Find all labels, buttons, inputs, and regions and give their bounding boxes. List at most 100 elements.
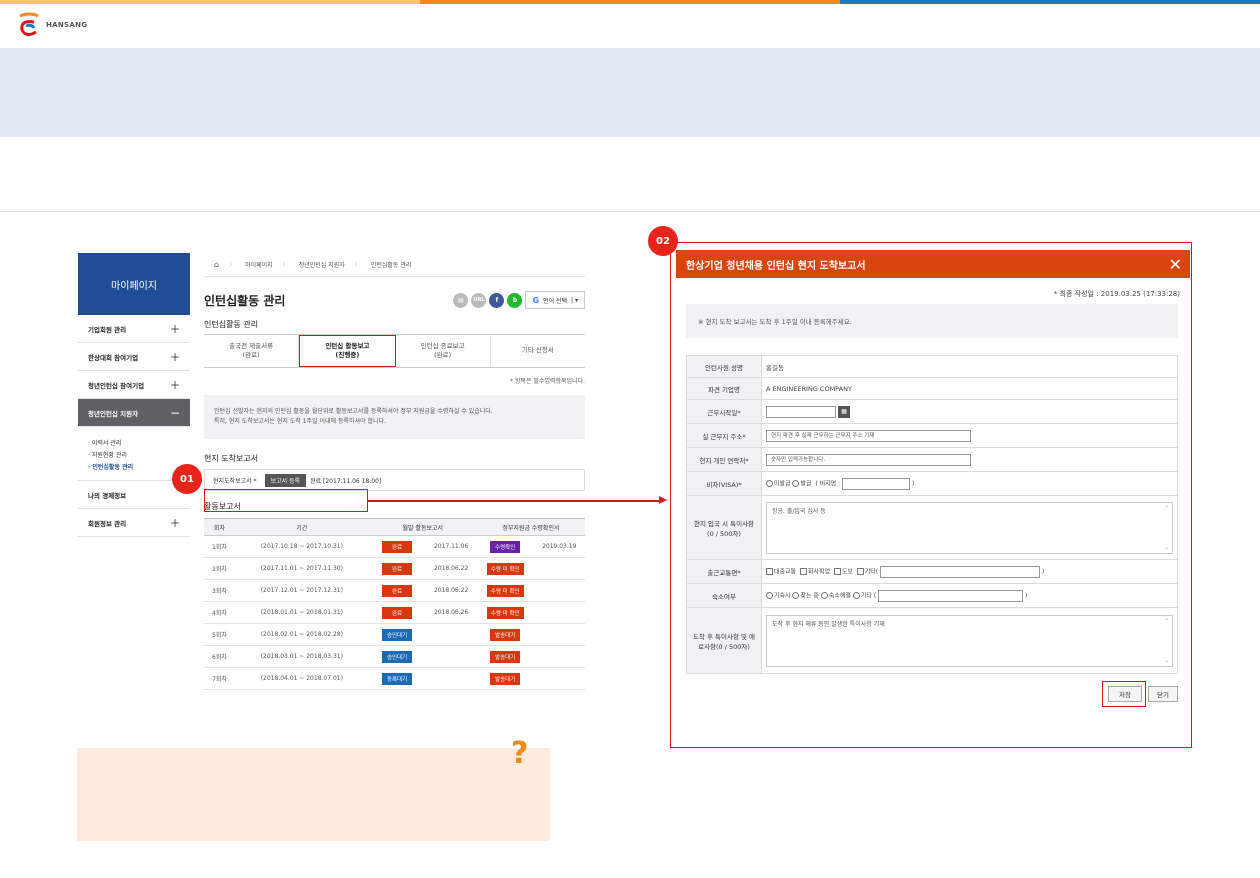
- hansang-logo[interactable]: HANSANG: [16, 10, 87, 40]
- hansang-logo-icon: [19, 12, 39, 37]
- report-status-badge[interactable]: 완료: [382, 606, 413, 619]
- save-button[interactable]: 저장: [1108, 686, 1142, 702]
- local-contact-input[interactable]: 숫자만 입력가능합니다.: [766, 453, 971, 466]
- work-address-input[interactable]: 현지 파견 후 실제 근무하는 근무지 주소 기재: [766, 429, 971, 442]
- lodging-other-input[interactable]: [878, 589, 1024, 602]
- tab-other-forms[interactable]: 기타 신청서: [491, 335, 585, 367]
- share-tools: ▤ URL f b G 언어 선택 | ▾: [453, 291, 585, 309]
- sidebar-item-label: 나의 경제정보: [88, 491, 127, 500]
- expand-icon[interactable]: +: [170, 322, 180, 336]
- gov-status-badge[interactable]: 수령 미 확인: [486, 606, 524, 619]
- main-content: ⌂ 〉 마이페이지 〉 청년인턴십 지원자 〉 인턴십활동 관리 인턴십활동 관…: [204, 253, 585, 691]
- lodging-radio-searching[interactable]: [792, 592, 800, 599]
- scroll-icon[interactable]: ⌄: [1164, 657, 1169, 664]
- round-cell: 5회차: [204, 623, 235, 647]
- commute-checkbox-pickup[interactable]: [799, 568, 807, 575]
- gov-date-cell: 2019.03.19: [533, 535, 585, 559]
- tab-end-report[interactable]: 인턴십 종료보고 (완료): [396, 335, 491, 367]
- gov-date-cell: [533, 667, 585, 691]
- activity-report-table: 회차 기간 월말 활동보고서 정부지원금 수령확인서 1회차 (2017.10.1…: [204, 518, 585, 691]
- sidebar-subitem-activity[interactable]: · 인턴십활동 관리: [88, 462, 180, 471]
- table-row: 5회차 (2018.02.01 ~ 2018.02.28) 승인대기 발송대기: [204, 623, 585, 647]
- gov-status-cell: 수령 미 확인: [476, 557, 534, 581]
- gov-status-badge[interactable]: 발송대기: [490, 672, 521, 685]
- visa-name-input[interactable]: [842, 477, 911, 490]
- issue-notes-textarea[interactable]: 도착 후 현지 체류 동안 발생한 특이사항 기재 ⌃ ⌄: [766, 614, 1173, 667]
- close-button[interactable]: 닫기: [1148, 686, 1178, 702]
- gov-status-cell: 발송대기: [476, 645, 534, 669]
- gov-status-badge[interactable]: 발송대기: [490, 628, 521, 641]
- visa-radio-issued[interactable]: [792, 480, 800, 487]
- expand-icon[interactable]: +: [170, 350, 180, 364]
- sidebar-item-convention-company[interactable]: 한상대회 참여기업 +: [78, 343, 190, 371]
- report-status-badge[interactable]: 승인대기: [382, 628, 413, 641]
- checkbox-label: 기타(: [864, 568, 879, 575]
- top-bar-yellow: [0, 0, 420, 4]
- breadcrumb-item[interactable]: 청년인턴십 지원자: [289, 260, 355, 269]
- question-icon: ?: [511, 736, 529, 771]
- start-date-input[interactable]: [766, 405, 836, 418]
- gov-date-cell: [533, 623, 585, 647]
- gov-status-badge[interactable]: 수령 미 확인: [486, 584, 524, 597]
- facebook-icon[interactable]: f: [489, 292, 505, 308]
- report-status-badge[interactable]: 승인대기: [382, 650, 413, 663]
- report-status-badge[interactable]: 등록대기: [382, 672, 413, 685]
- textarea-placeholder: 항공, 출/입국 심사 등: [772, 507, 826, 515]
- commute-checkbox-other[interactable]: [856, 568, 864, 575]
- calendar-icon[interactable]: ▦: [838, 405, 851, 418]
- lodging-radio-resolved[interactable]: [820, 592, 828, 599]
- gov-status-cell: 발송대기: [476, 667, 534, 691]
- commute-checkbox-walk[interactable]: [833, 568, 841, 575]
- sidebar-subitem-application[interactable]: · 지원현황 관리: [88, 450, 180, 459]
- gov-date-cell: [533, 557, 585, 581]
- round-cell: 7회차: [204, 667, 235, 691]
- radio-label: 미발급: [774, 480, 791, 487]
- entry-notes-textarea[interactable]: 항공, 출/입국 심사 등 ⌃ ⌄: [766, 501, 1173, 554]
- report-status-badge[interactable]: 완료: [382, 584, 413, 597]
- page-title: 인턴십활동 관리: [204, 293, 286, 308]
- lodging-radio-dorm[interactable]: [766, 592, 773, 599]
- commute-other-input[interactable]: [880, 565, 1041, 578]
- breadcrumb-item[interactable]: 인턴십활동 관리: [361, 260, 422, 269]
- sidebar-item-intern-applicant[interactable]: 청년인턴십 지원자 −: [78, 399, 190, 427]
- home-icon[interactable]: ⌂: [204, 260, 229, 269]
- register-report-button[interactable]: 보고서 등록: [264, 473, 307, 487]
- arrow-line: [368, 500, 660, 502]
- round-cell: 1회차: [204, 535, 235, 559]
- checkbox-label: 회사픽업: [807, 568, 831, 575]
- breadcrumb-item[interactable]: 마이페이지: [235, 260, 283, 269]
- gov-status-badge[interactable]: 수령확인: [490, 540, 521, 553]
- sidebar-item-member-info[interactable]: 회원정보 관리 +: [78, 509, 190, 537]
- scroll-icon[interactable]: ⌃: [1164, 505, 1169, 512]
- sidebar-subitem-resume[interactable]: · 이력서 관리: [88, 438, 180, 447]
- gov-status-badge[interactable]: 발송대기: [490, 650, 521, 663]
- commute-checkbox-public[interactable]: [766, 568, 773, 575]
- table-row: 7회차 (2018.04.01 ~ 2018.07.01) 등록대기 발송대기: [204, 667, 585, 691]
- divider: [0, 211, 1260, 212]
- report-status-badge[interactable]: 완료: [382, 540, 413, 553]
- visa-radio-not-issued[interactable]: [766, 480, 773, 487]
- blog-icon[interactable]: b: [507, 292, 523, 308]
- tab-pre-departure[interactable]: 출국전 제출서류 (완료): [204, 335, 300, 367]
- url-icon[interactable]: URL: [471, 292, 487, 308]
- lodging-radio-other[interactable]: [852, 592, 860, 599]
- table-row: 6회차 (2018.03.01 ~ 2018.03.31) 승인대기 발송대기: [204, 645, 585, 669]
- collapse-icon[interactable]: −: [170, 406, 180, 420]
- language-select-label: 언어 선택: [543, 297, 568, 305]
- expand-icon[interactable]: +: [170, 378, 180, 392]
- sidebar-item-company-member[interactable]: 기업회원 관리 +: [78, 315, 190, 343]
- scroll-icon[interactable]: ⌃: [1164, 618, 1169, 625]
- language-select[interactable]: G 언어 선택 | ▾: [525, 291, 585, 309]
- report-date-cell: [425, 645, 477, 669]
- sidebar-item-intern-company[interactable]: 청년인턴십 참여기업 +: [78, 371, 190, 399]
- activity-tabs: 출국전 제출서류 (완료) 인턴십 활동보고 (진행중) 인턴십 종료보고 (완료) …: [204, 334, 585, 368]
- scroll-icon[interactable]: ⌄: [1164, 544, 1169, 551]
- close-icon[interactable]: ✕: [1169, 255, 1182, 274]
- gov-date-cell: [533, 601, 585, 625]
- print-icon[interactable]: ▤: [453, 292, 469, 308]
- tab-activity-report[interactable]: 인턴십 활동보고 (진행중): [299, 335, 396, 367]
- report-status-badge[interactable]: 완료: [382, 562, 413, 575]
- gov-status-badge[interactable]: 수령 미 확인: [486, 562, 524, 575]
- field-label: 숙소여부: [686, 583, 762, 608]
- expand-icon[interactable]: +: [170, 516, 180, 530]
